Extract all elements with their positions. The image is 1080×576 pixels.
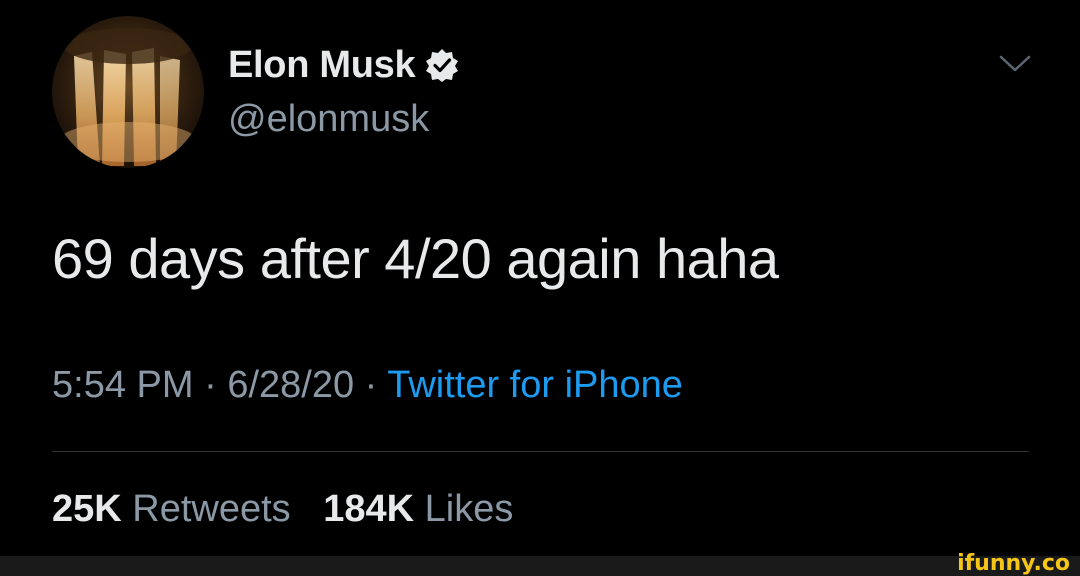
verified-badge-icon	[425, 48, 459, 82]
tweet-screenshot: Elon Musk @elonmusk 69 days after 4/20 a…	[0, 0, 1080, 576]
watermark: ifunny.co	[957, 551, 1070, 576]
retweets-count: 25K	[52, 488, 122, 530]
author-name-row[interactable]: Elon Musk	[228, 42, 459, 88]
meta-separator: ·	[193, 364, 228, 406]
retweets-stat[interactable]: 25K Retweets	[52, 488, 291, 531]
tweet-meta: 5:54 PM · 6/28/20 · Twitter for iPhone	[52, 364, 683, 407]
likes-label: Likes	[424, 488, 514, 530]
avatar-image	[52, 16, 204, 168]
author-name[interactable]: Elon Musk	[228, 44, 416, 87]
avatar[interactable]	[52, 16, 204, 168]
tweet-time[interactable]: 5:54 PM	[52, 364, 194, 406]
retweets-label: Retweets	[132, 488, 291, 530]
tweet-stats: 25K Retweets 184K Likes	[52, 488, 513, 531]
likes-count: 184K	[323, 488, 415, 530]
tweet-text: 69 days after 4/20 again haha	[52, 227, 779, 290]
tweet-source-link[interactable]: Twitter for iPhone	[387, 364, 683, 406]
author-handle[interactable]: @elonmusk	[228, 98, 429, 141]
tweet-date[interactable]: 6/28/20	[227, 364, 354, 406]
footer-bar	[0, 556, 1080, 576]
divider	[52, 451, 1029, 452]
meta-separator: ·	[354, 364, 388, 406]
likes-stat[interactable]: 184K Likes	[323, 488, 513, 531]
chevron-down-icon[interactable]	[998, 52, 1032, 76]
